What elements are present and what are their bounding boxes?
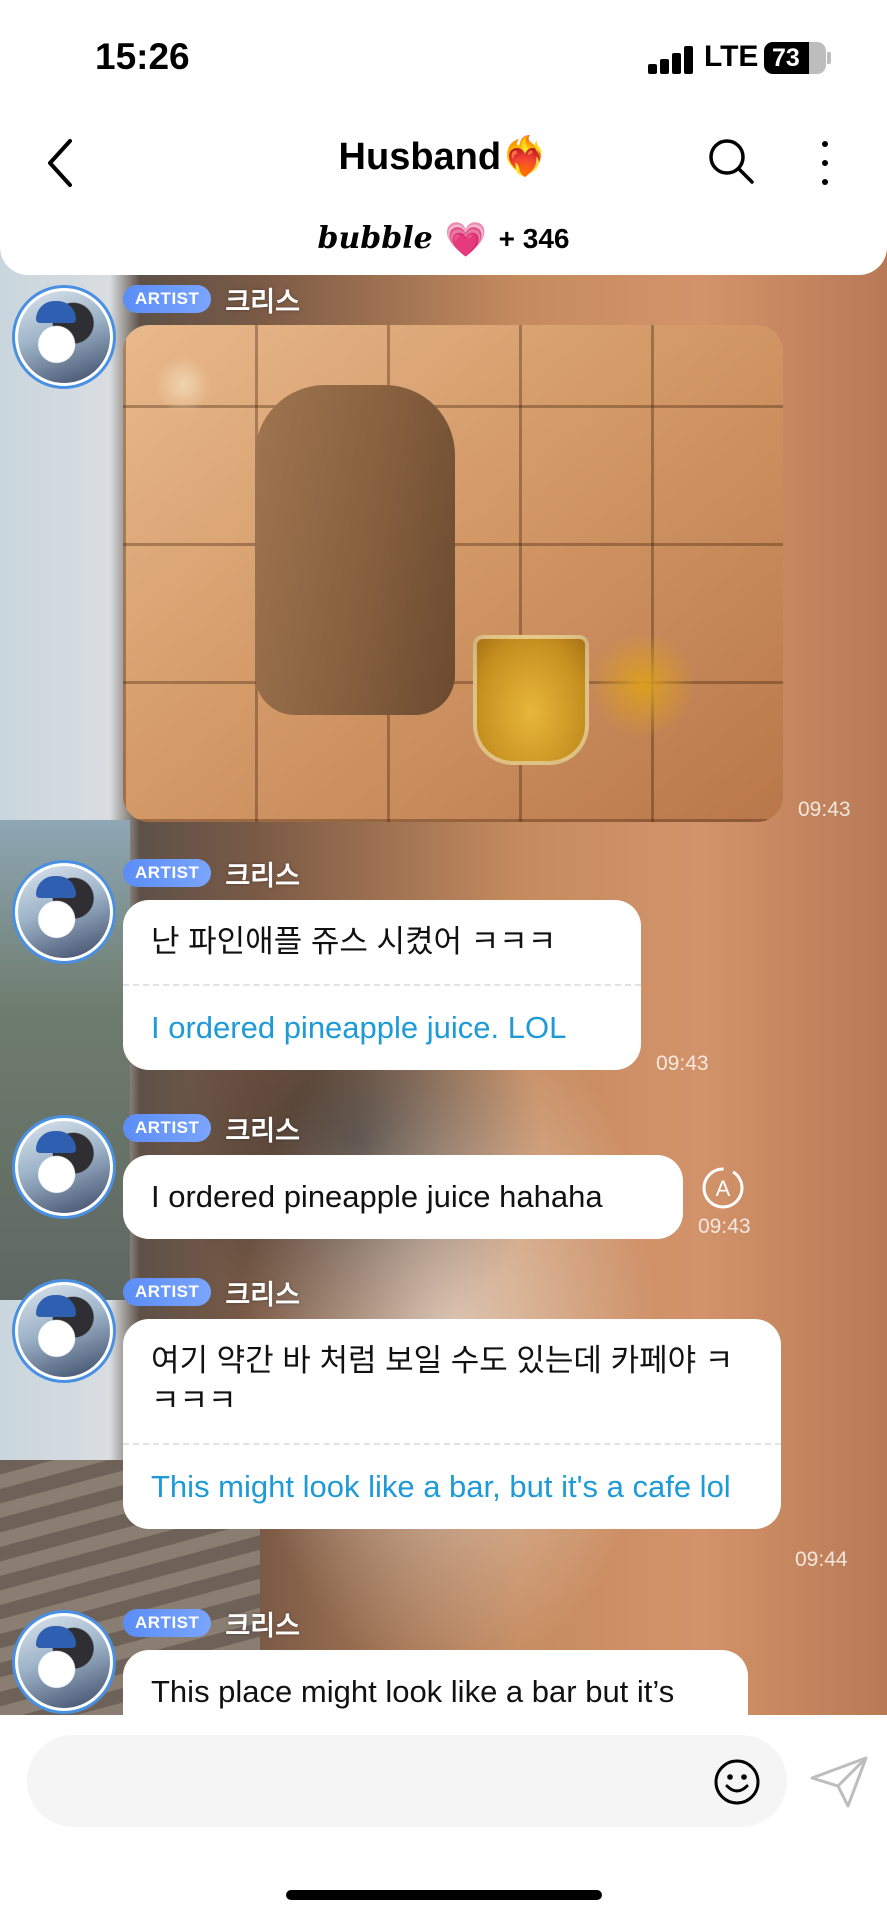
artist-badge: ARTIST <box>123 1114 212 1142</box>
subscription-info[interactable]: bubble 💗 + 346 <box>0 220 887 260</box>
translate-button[interactable]: A <box>700 1165 746 1211</box>
message-original-text: 여기 약간 바 처럼 보일 수도 있는데 카페야 ㅋㅋㅋㅋ <box>151 1343 734 1418</box>
message-time: 09:43 <box>656 1052 709 1075</box>
message-original-text: 난 파인애플 쥬스 시켰어 ㅋㅋㅋ <box>151 924 557 959</box>
photo-juice-glass <box>473 635 589 765</box>
network-type: LTE <box>704 40 759 73</box>
message-sender-row: ARTIST 크리스 <box>123 284 300 317</box>
message-sender-row: ARTIST 크리스 <box>123 1608 300 1641</box>
search-button[interactable] <box>705 135 757 187</box>
subscription-count: + 346 <box>498 223 570 254</box>
search-icon <box>709 139 754 184</box>
avatar[interactable] <box>12 860 116 964</box>
smiley-icon <box>714 1759 760 1805</box>
sender-name: 크리스 <box>225 286 300 317</box>
sender-name: 크리스 <box>225 1115 300 1146</box>
message-translation-text: I ordered pineapple juice. LOL <box>151 1010 567 1045</box>
chat-header: Husband❤️‍🔥 bubble 💗 + 346 <box>0 95 887 275</box>
message-photo[interactable] <box>123 325 783 822</box>
message-input[interactable] <box>27 1735 787 1827</box>
battery-level: 73 <box>772 44 800 72</box>
message-time: 09:43 <box>698 1215 751 1238</box>
svg-text:A: A <box>716 1176 731 1201</box>
avatar[interactable] <box>12 1115 116 1219</box>
message-sender-row: ARTIST 크리스 <box>123 858 300 891</box>
chat-title-text: Husband <box>338 136 502 178</box>
paper-plane-icon <box>810 1756 868 1808</box>
battery-cap <box>827 52 831 64</box>
send-button[interactable] <box>808 1752 870 1812</box>
artist-badge: ARTIST <box>123 1278 212 1306</box>
bubble-logo: bubble <box>317 221 433 256</box>
message-bubble[interactable]: 난 파인애플 쥬스 시켰어 ㅋㅋㅋ I ordered pineapple ju… <box>123 900 641 1070</box>
pink-heart-icon: 💗 <box>444 221 487 259</box>
more-dot <box>822 179 828 185</box>
message-sender-row: ARTIST 크리스 <box>123 1113 300 1146</box>
home-indicator[interactable] <box>286 1890 602 1900</box>
message-text: I ordered pineapple juice hahaha <box>151 1179 603 1214</box>
signal-icon <box>648 46 694 74</box>
more-options-button[interactable] <box>810 135 840 191</box>
message-sender-row: ARTIST 크리스 <box>123 1277 300 1310</box>
status-time: 15:26 <box>95 36 190 77</box>
avatar[interactable] <box>12 1610 116 1714</box>
artist-badge: ARTIST <box>123 859 212 887</box>
sender-name: 크리스 <box>225 1279 300 1310</box>
status-bar: 15:26 LTE 73 <box>0 0 887 95</box>
translate-icon: A <box>702 1167 744 1209</box>
avatar[interactable] <box>12 285 116 389</box>
artist-badge: ARTIST <box>123 1609 212 1637</box>
message-time: 09:43 <box>798 798 851 821</box>
sender-name: 크리스 <box>225 1610 300 1641</box>
message-bubble[interactable]: 여기 약간 바 처럼 보일 수도 있는데 카페야 ㅋㅋㅋㅋ This might… <box>123 1319 781 1529</box>
photo-wooden-bear <box>255 385 455 715</box>
heart-on-fire-icon: ❤️‍🔥 <box>501 136 549 178</box>
sender-name: 크리스 <box>225 860 300 891</box>
artist-badge: ARTIST <box>123 285 212 313</box>
message-input-area <box>0 1715 887 1920</box>
more-dot <box>822 160 828 166</box>
message-translation-text: This might look like a bar, but it's a c… <box>151 1469 731 1504</box>
avatar[interactable] <box>12 1279 116 1383</box>
message-time: 09:44 <box>795 1548 848 1571</box>
emoji-button[interactable] <box>713 1758 761 1806</box>
more-dot <box>822 141 828 147</box>
battery-icon: 73 <box>764 42 826 74</box>
message-bubble[interactable]: I ordered pineapple juice hahaha <box>123 1155 683 1239</box>
